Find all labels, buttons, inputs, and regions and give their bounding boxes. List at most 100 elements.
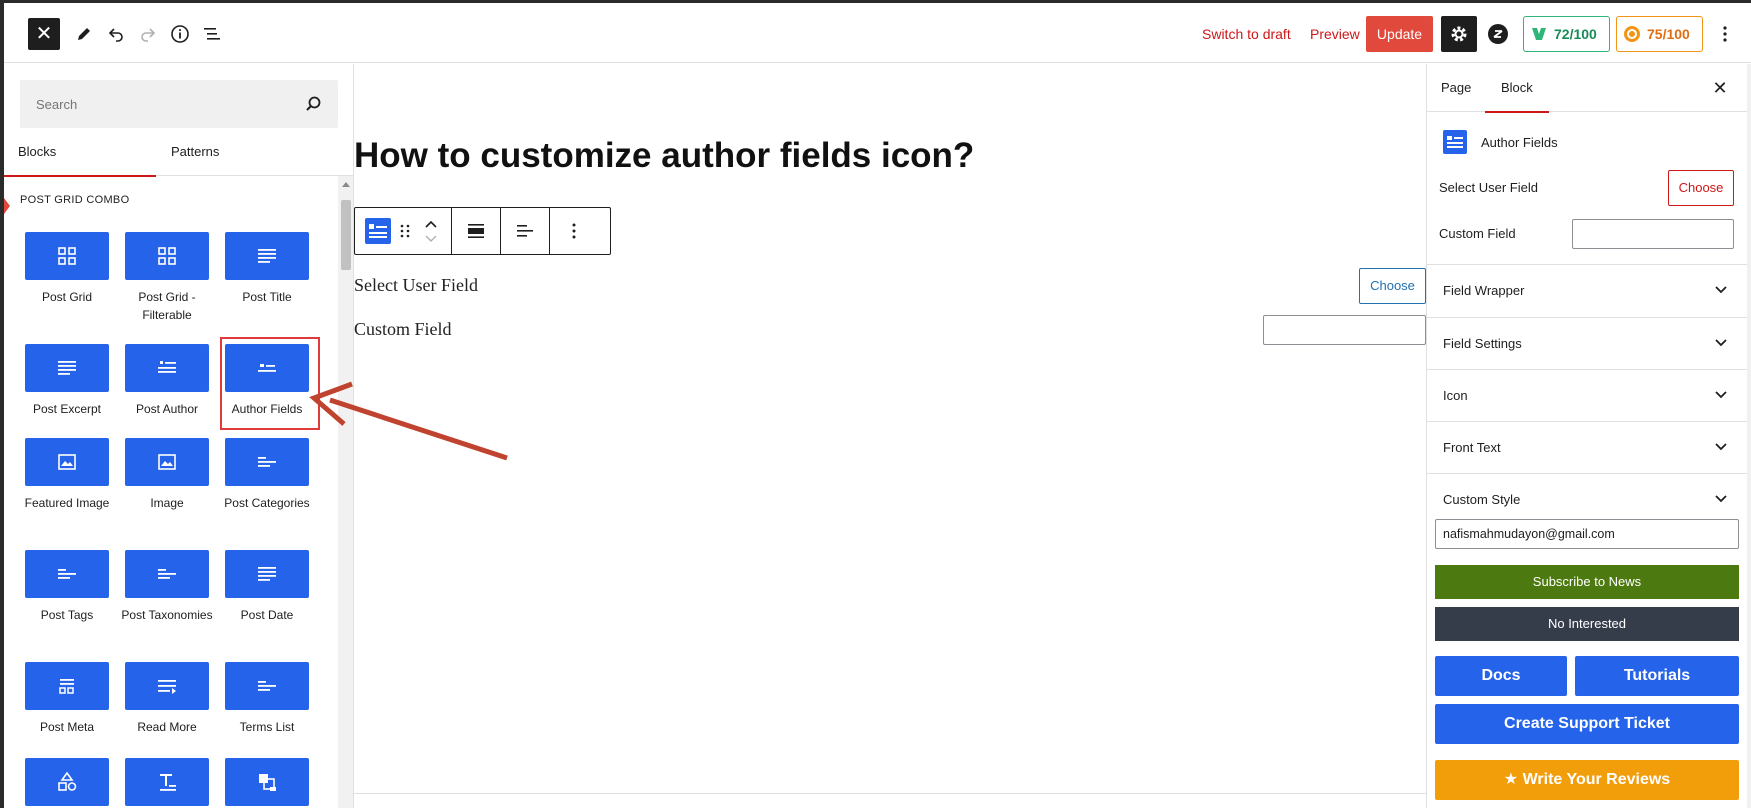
tab-blocks[interactable]: Blocks — [4, 128, 156, 177]
star-icon: ★ — [1503, 771, 1523, 788]
sidebar-scrollbar[interactable] — [1747, 64, 1751, 808]
info-icon[interactable] — [164, 18, 196, 50]
tab-patterns[interactable]: Patterns — [171, 128, 219, 176]
list-icon — [125, 344, 209, 392]
canvas-choose-button[interactable]: Choose — [1359, 268, 1426, 304]
block-item-post-categories[interactable]: Post Categories — [217, 438, 317, 512]
short-lines-icon — [125, 550, 209, 598]
more-vertical-icon[interactable] — [1709, 18, 1741, 50]
readability-score-icon — [1624, 26, 1640, 42]
align-left-icon[interactable] — [501, 208, 549, 254]
block-item-image[interactable]: Image — [117, 438, 217, 512]
subscribe-button[interactable]: Subscribe to News — [1435, 565, 1739, 599]
block-item-block-17[interactable] — [117, 758, 217, 806]
stack-icon — [225, 758, 309, 806]
scroll-thumb[interactable] — [341, 200, 351, 270]
block-item-post-author[interactable]: Post Author — [117, 344, 217, 418]
readability-score-value: 75/100 — [1647, 26, 1690, 42]
block-item-block-18[interactable] — [217, 758, 317, 806]
block-item-label: Read More — [137, 720, 197, 734]
block-item-post-date[interactable]: Post Date — [217, 550, 317, 624]
search-icon[interactable] — [304, 95, 322, 113]
tab-page[interactable]: Page — [1441, 64, 1471, 112]
list-view-icon[interactable] — [196, 18, 228, 50]
panel-title: Field Wrapper — [1443, 283, 1525, 298]
short-lines-icon — [25, 550, 109, 598]
block-item-post-taxonomies[interactable]: Post Taxonomies — [117, 550, 217, 624]
email-field[interactable] — [1435, 519, 1739, 549]
write-reviews-button[interactable]: ★ Write Your Reviews — [1435, 760, 1739, 800]
grid-icon — [125, 232, 209, 280]
close-icon[interactable]: ✕ — [28, 18, 60, 50]
panel-field-wrapper[interactable]: Field Wrapper — [1427, 264, 1747, 316]
block-type-icon[interactable] — [363, 208, 393, 254]
sidebar-choose-button[interactable]: Choose — [1668, 170, 1734, 206]
inserter-scrollbar[interactable] — [338, 176, 353, 808]
create-support-ticket-button[interactable]: Create Support Ticket — [1435, 704, 1739, 744]
panel-title: Icon — [1443, 388, 1468, 403]
gear-icon[interactable] — [1441, 16, 1477, 52]
block-item-terms-list[interactable]: Terms List — [217, 662, 317, 736]
custom-field-label: Custom Field — [354, 319, 452, 339]
sidebar-custom-field-input[interactable] — [1572, 219, 1734, 249]
block-item-label: Image — [150, 496, 184, 510]
scroll-up-arrow-icon[interactable] — [342, 182, 350, 187]
preview-link[interactable]: Preview — [1310, 26, 1360, 42]
move-up-down-icon[interactable] — [421, 208, 441, 254]
tab-block[interactable]: Block — [1485, 64, 1549, 113]
seo-score-badge[interactable]: 72/100 — [1523, 16, 1610, 52]
block-item-post-tags[interactable]: Post Tags — [17, 550, 117, 624]
panel-icon[interactable]: Icon — [1427, 369, 1747, 421]
block-inserter-panel: Blocks Patterns POST GRID COMBO Post Gri… — [4, 64, 354, 808]
category-marker-icon — [4, 198, 10, 214]
chevron-down-icon — [1714, 282, 1728, 296]
meta-icon — [25, 662, 109, 710]
block-item-post-grid[interactable]: Post Grid — [17, 232, 117, 306]
docs-button[interactable]: Docs — [1435, 656, 1567, 696]
panel-custom-style[interactable]: Custom Style — [1427, 473, 1747, 525]
panel-field-settings[interactable]: Field Settings — [1427, 317, 1747, 369]
close-icon[interactable]: ✕ — [1709, 77, 1731, 99]
readability-score-badge[interactable]: 75/100 — [1616, 16, 1703, 52]
text-icon — [125, 758, 209, 806]
canvas-divider — [354, 793, 1426, 794]
block-item-post-grid-filterable[interactable]: Post Grid - Filterable — [117, 232, 217, 324]
no-interested-button[interactable]: No Interested — [1435, 607, 1739, 641]
redo-icon[interactable] — [132, 18, 164, 50]
panel-front-text[interactable]: Front Text — [1427, 421, 1747, 473]
block-search-input[interactable] — [20, 80, 280, 128]
update-button[interactable]: Update — [1366, 16, 1433, 52]
block-card: Author Fields — [1443, 128, 1558, 156]
block-item-featured-image[interactable]: Featured Image — [17, 438, 117, 512]
block-item-label: Featured Image — [24, 496, 110, 510]
author-fields-icon — [1443, 130, 1467, 154]
post-title[interactable]: How to customize author fields icon? — [354, 136, 974, 176]
image-icon — [25, 438, 109, 486]
inserter-tabs: Blocks Patterns — [4, 128, 353, 177]
canvas-custom-field-input[interactable] — [1263, 315, 1426, 345]
block-item-post-excerpt[interactable]: Post Excerpt — [17, 344, 117, 418]
pencil-icon[interactable] — [68, 18, 100, 50]
align-full-icon[interactable] — [452, 208, 500, 254]
block-item-block-16[interactable] — [17, 758, 117, 806]
block-item-post-title[interactable]: Post Title — [217, 232, 317, 306]
block-item-read-more[interactable]: Read More — [117, 662, 217, 736]
grid-icon — [25, 232, 109, 280]
settings-sidebar: Page Block ✕ Author Fields Select User F… — [1426, 64, 1747, 808]
sidebar-tabs: Page Block ✕ — [1427, 64, 1747, 113]
switch-to-draft-link[interactable]: Switch to draft — [1202, 26, 1291, 42]
plugin-logo-icon[interactable] — [1482, 18, 1514, 50]
chevron-down-icon — [1714, 387, 1728, 401]
block-item-label: Post Grid — [41, 290, 92, 304]
block-item-label: Post Grid - Filterable — [138, 290, 196, 322]
tutorials-button[interactable]: Tutorials — [1575, 656, 1739, 696]
lines-icon — [225, 550, 309, 598]
drag-handle-icon[interactable] — [395, 208, 415, 254]
sidebar-custom-field-label: Custom Field — [1439, 226, 1516, 241]
block-item-post-meta[interactable]: Post Meta — [17, 662, 117, 736]
undo-icon[interactable] — [100, 18, 132, 50]
panel-title: Front Text — [1443, 440, 1501, 455]
panel-title: Field Settings — [1443, 336, 1522, 351]
block-options-icon[interactable] — [550, 208, 598, 254]
block-item-label: Post Date — [240, 608, 294, 622]
